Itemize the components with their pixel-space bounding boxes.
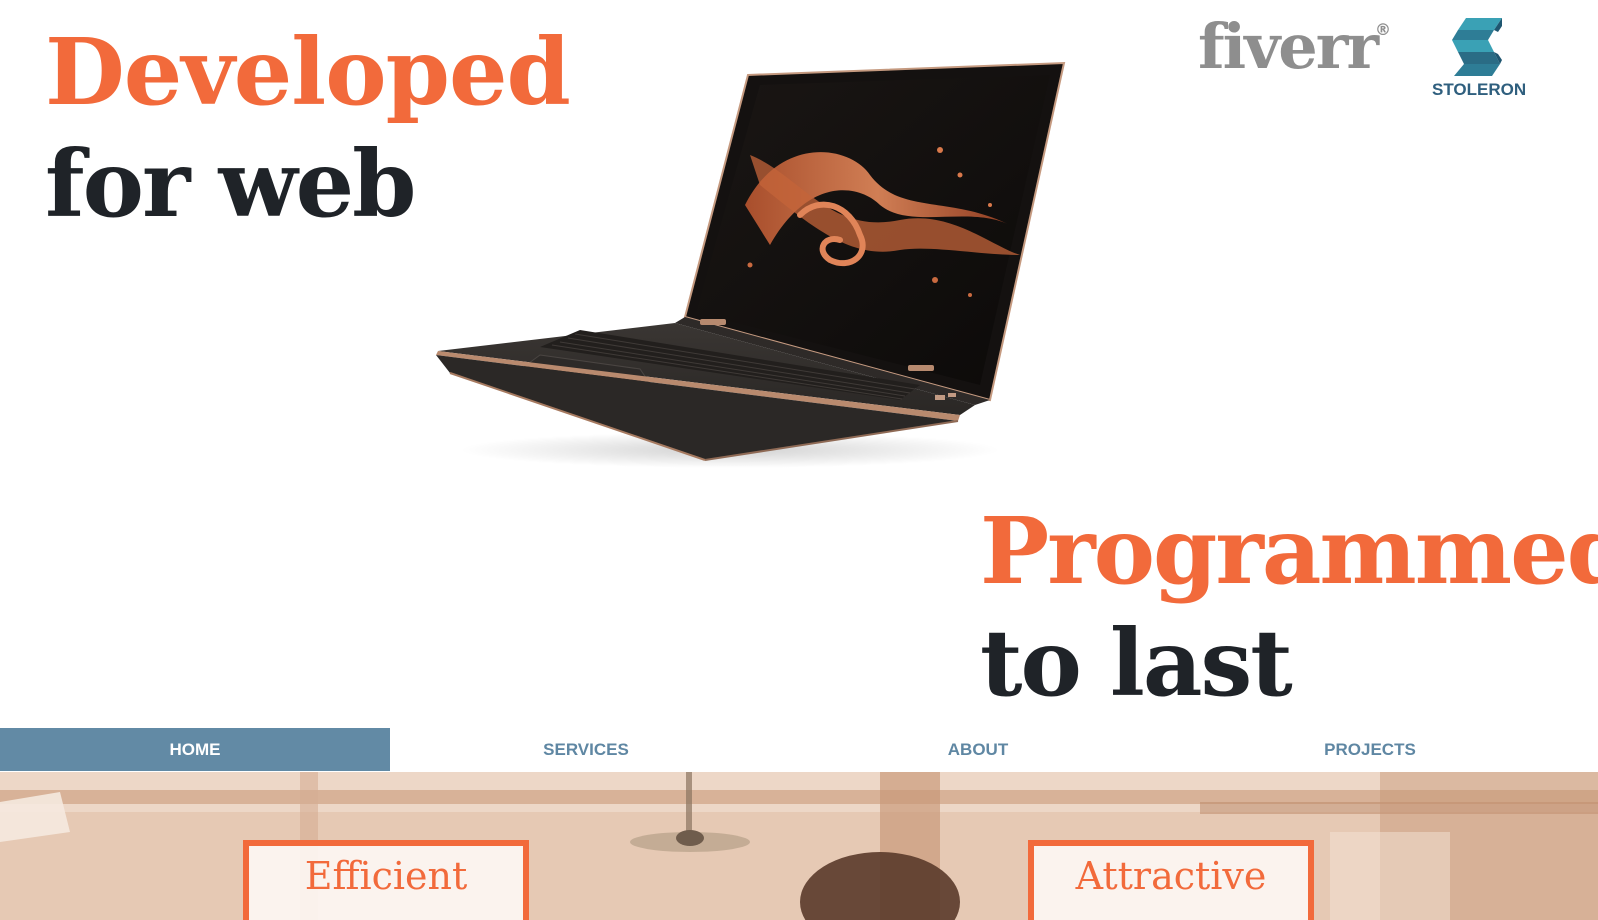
feature-card-title: Attractive: [1075, 854, 1267, 898]
nav-item-projects[interactable]: PROJECTS: [1174, 728, 1566, 771]
feature-card-attractive: Attractive: [1028, 840, 1314, 920]
features-section: Efficient Attractive: [0, 772, 1598, 920]
registered-mark: ®: [1375, 20, 1392, 39]
nav-item-services[interactable]: SERVICES: [390, 728, 782, 771]
headline-right-dark: to last: [980, 609, 1293, 717]
stoleron-s-icon: [1452, 18, 1502, 76]
stoleron-logo: STOLERON: [1432, 16, 1527, 100]
nav-item-home[interactable]: HOME: [0, 728, 390, 771]
office-background-image: [0, 772, 1598, 920]
hero-section: Developed for web fiverr ® STOLERON Prog…: [0, 0, 1598, 728]
feature-card-title: Efficient: [304, 854, 468, 898]
feature-card-efficient: Efficient: [243, 840, 529, 920]
laptop-image: [436, 61, 1066, 468]
nav-item-about[interactable]: ABOUT: [782, 728, 1174, 771]
fiverr-wordmark: fiverr: [1198, 10, 1379, 83]
hero-headline-right: Programmed to last: [980, 505, 1598, 709]
stoleron-wordmark: STOLERON: [1432, 80, 1527, 99]
main-nav: HOME SERVICES ABOUT PROJECTS: [0, 728, 1598, 771]
headline-right-accent: Programmed: [980, 497, 1598, 605]
fiverr-logo: fiverr ®: [1198, 16, 1391, 78]
